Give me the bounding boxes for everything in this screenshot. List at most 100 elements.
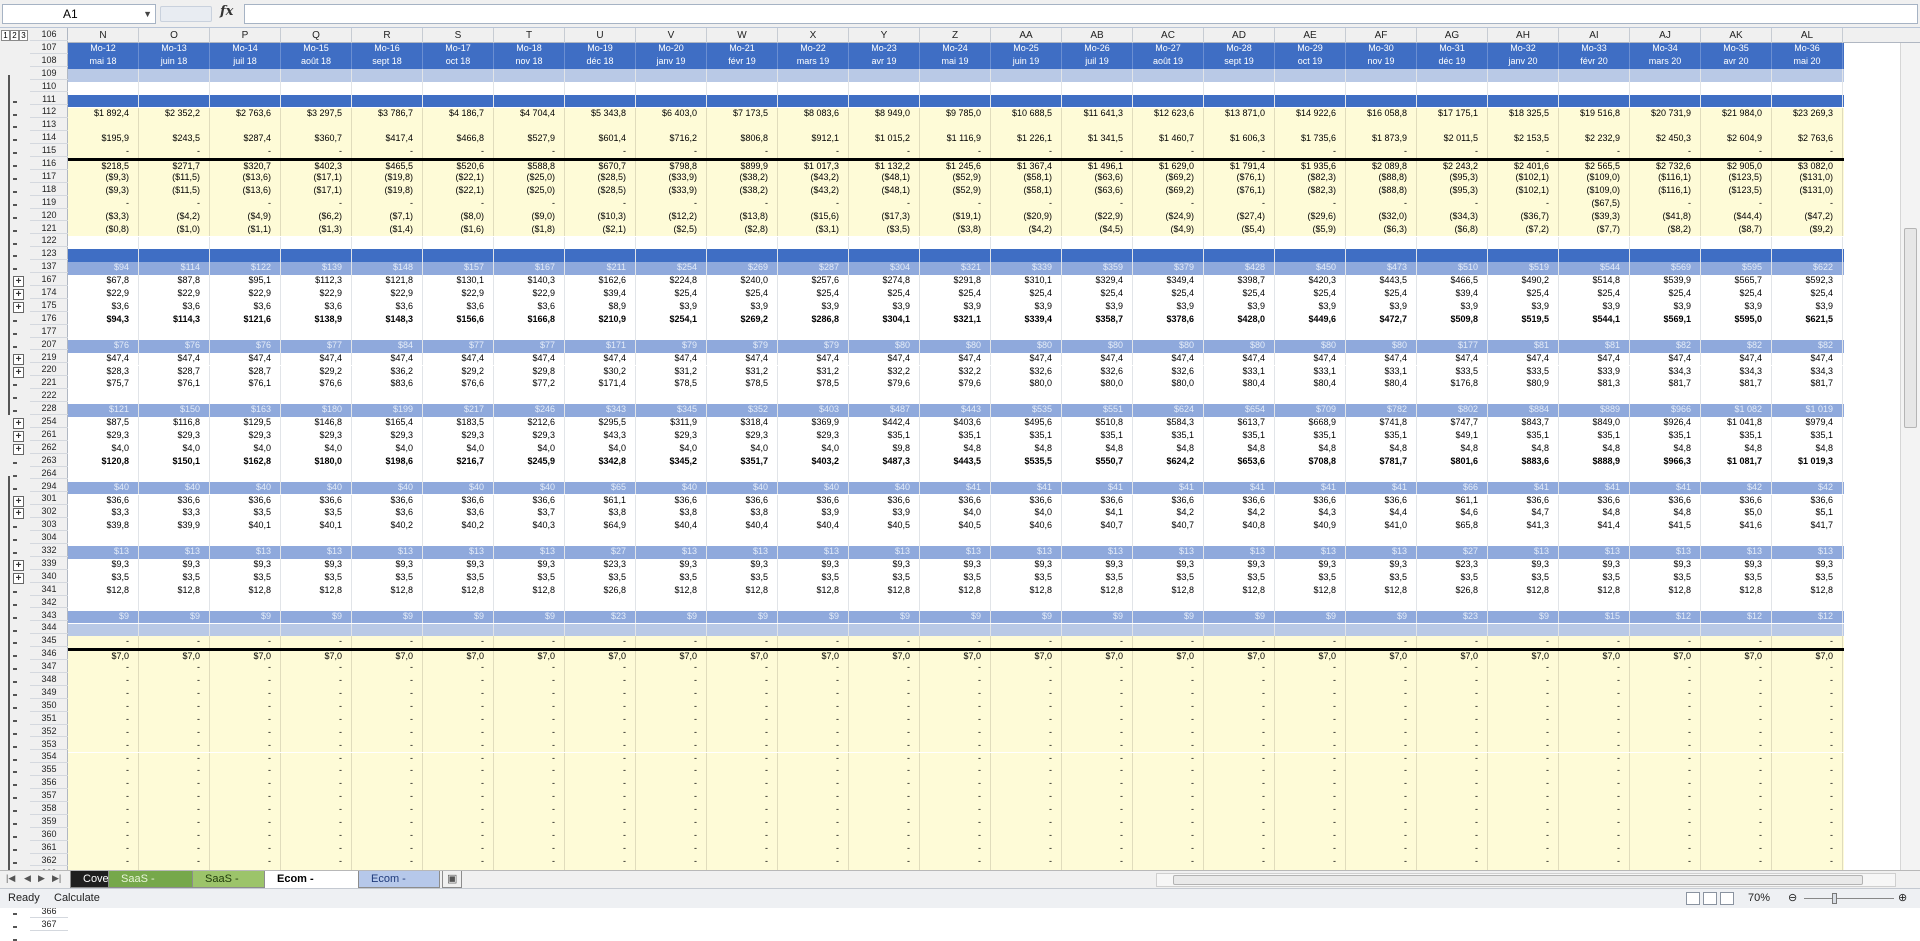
cell[interactable] xyxy=(1559,81,1630,95)
cell[interactable]: $1 791,4 xyxy=(1204,161,1275,172)
cell[interactable]: - xyxy=(1133,662,1204,676)
cell[interactable]: - xyxy=(1346,662,1417,676)
cell[interactable]: - xyxy=(1062,817,1133,830)
cell[interactable]: $271,7 xyxy=(139,161,210,172)
cell[interactable] xyxy=(1488,249,1559,263)
cell[interactable]: ($4,9) xyxy=(210,210,281,224)
cell[interactable]: - xyxy=(1701,675,1772,688)
zoom-level[interactable]: 70% xyxy=(1748,889,1770,908)
cell[interactable]: - xyxy=(139,726,210,740)
cell[interactable]: $13 xyxy=(636,546,707,559)
cell[interactable]: $3,5 xyxy=(210,571,281,585)
cell[interactable] xyxy=(1630,81,1701,95)
cell[interactable]: $3,9 xyxy=(1559,301,1630,314)
cell[interactable]: $4,8 xyxy=(1559,442,1630,456)
cell[interactable]: - xyxy=(1701,817,1772,830)
row-header-177[interactable]: 177 xyxy=(30,325,68,338)
cell[interactable]: $716,2 xyxy=(636,133,707,147)
cell[interactable]: - xyxy=(1204,752,1275,766)
cell[interactable]: $565,7 xyxy=(1701,275,1772,289)
cell[interactable]: - xyxy=(849,855,920,869)
cell[interactable]: - xyxy=(1133,636,1204,649)
cell[interactable]: $87,8 xyxy=(139,275,210,289)
cell[interactable] xyxy=(139,468,210,482)
cell[interactable]: $195,9 xyxy=(68,133,139,147)
cell[interactable]: - xyxy=(920,688,991,701)
cell[interactable] xyxy=(1204,623,1275,637)
cell[interactable]: $64,9 xyxy=(565,520,636,534)
cell[interactable]: - xyxy=(636,662,707,676)
cell[interactable]: - xyxy=(1417,146,1488,159)
cell[interactable]: $224,8 xyxy=(636,275,707,289)
expand-group-icon[interactable]: + xyxy=(13,302,24,313)
cell[interactable]: - xyxy=(920,739,991,753)
cell[interactable]: $7,0 xyxy=(1701,651,1772,663)
row-header-304[interactable]: 304 xyxy=(30,531,68,544)
cell[interactable]: $243,5 xyxy=(139,133,210,147)
cell[interactable]: $40,1 xyxy=(210,520,281,534)
cell[interactable]: $4,7 xyxy=(1488,507,1559,521)
cell[interactable]: - xyxy=(1133,688,1204,701)
cell[interactable] xyxy=(352,326,423,340)
row-header-341[interactable]: 341 xyxy=(30,583,68,596)
cell[interactable]: $4,0 xyxy=(68,442,139,456)
cell[interactable]: $35,1 xyxy=(1772,430,1843,443)
cell[interactable]: $257,6 xyxy=(778,275,849,289)
cell[interactable]: $40,5 xyxy=(920,520,991,534)
cell[interactable]: ($19,8) xyxy=(352,172,423,185)
cell[interactable]: - xyxy=(423,765,494,779)
row-header-264[interactable]: 264 xyxy=(30,467,68,480)
cell[interactable] xyxy=(707,623,778,637)
column-header-x[interactable]: X xyxy=(778,28,849,43)
cell[interactable]: $7,0 xyxy=(281,651,352,663)
cell[interactable]: $4,0 xyxy=(565,442,636,456)
column-header-y[interactable]: Y xyxy=(849,28,920,43)
cell[interactable] xyxy=(636,120,707,134)
cell[interactable]: $9 xyxy=(1133,610,1204,624)
cell[interactable]: - xyxy=(778,842,849,856)
cell[interactable]: ($2,5) xyxy=(636,223,707,237)
cell[interactable] xyxy=(1559,120,1630,134)
cell[interactable] xyxy=(707,391,778,405)
cell[interactable]: $41 xyxy=(1275,481,1346,495)
cell[interactable]: - xyxy=(1275,752,1346,766)
cell[interactable]: $79 xyxy=(778,339,849,353)
cell[interactable] xyxy=(1559,468,1630,482)
cell[interactable]: - xyxy=(636,146,707,159)
cell[interactable]: $4 704,4 xyxy=(494,107,565,121)
cell[interactable]: $116,8 xyxy=(139,417,210,430)
normal-view-button[interactable] xyxy=(1686,892,1700,905)
cell[interactable]: $41,3 xyxy=(1488,520,1559,534)
cell[interactable]: $47,4 xyxy=(281,352,352,366)
cell[interactable]: $41,0 xyxy=(1346,520,1417,534)
cell[interactable] xyxy=(565,81,636,95)
cell[interactable]: $80 xyxy=(849,339,920,353)
cell[interactable]: - xyxy=(494,197,565,211)
cell[interactable]: - xyxy=(1133,197,1204,211)
cell[interactable] xyxy=(991,597,1062,611)
cell[interactable]: ($39,3) xyxy=(1559,210,1630,224)
cell[interactable]: $4,0 xyxy=(636,442,707,456)
cell[interactable]: $13 xyxy=(1346,546,1417,559)
cell[interactable]: $4,8 xyxy=(1559,507,1630,521)
cell[interactable]: ($32,0) xyxy=(1346,210,1417,224)
cell[interactable]: $162,6 xyxy=(565,275,636,289)
cell[interactable]: $130,1 xyxy=(423,275,494,289)
cell[interactable]: $36,6 xyxy=(1630,494,1701,508)
cell[interactable]: - xyxy=(1630,739,1701,753)
cell[interactable] xyxy=(991,236,1062,250)
cell[interactable]: - xyxy=(494,817,565,830)
cell[interactable]: $80,0 xyxy=(991,378,1062,392)
cell[interactable]: $41 xyxy=(1133,481,1204,495)
cell[interactable]: $34,3 xyxy=(1630,365,1701,379)
cell[interactable]: $9 xyxy=(210,610,281,624)
cell[interactable]: $47,4 xyxy=(991,352,1062,366)
cell[interactable]: $12,8 xyxy=(494,584,565,598)
cell[interactable]: - xyxy=(1204,739,1275,753)
cell[interactable]: ($88,8) xyxy=(1346,184,1417,198)
cell[interactable]: - xyxy=(139,855,210,869)
cell[interactable]: $29,3 xyxy=(778,430,849,443)
cell[interactable] xyxy=(565,597,636,611)
cell[interactable]: $26,8 xyxy=(1417,584,1488,598)
cell[interactable]: $4,2 xyxy=(1133,507,1204,521)
